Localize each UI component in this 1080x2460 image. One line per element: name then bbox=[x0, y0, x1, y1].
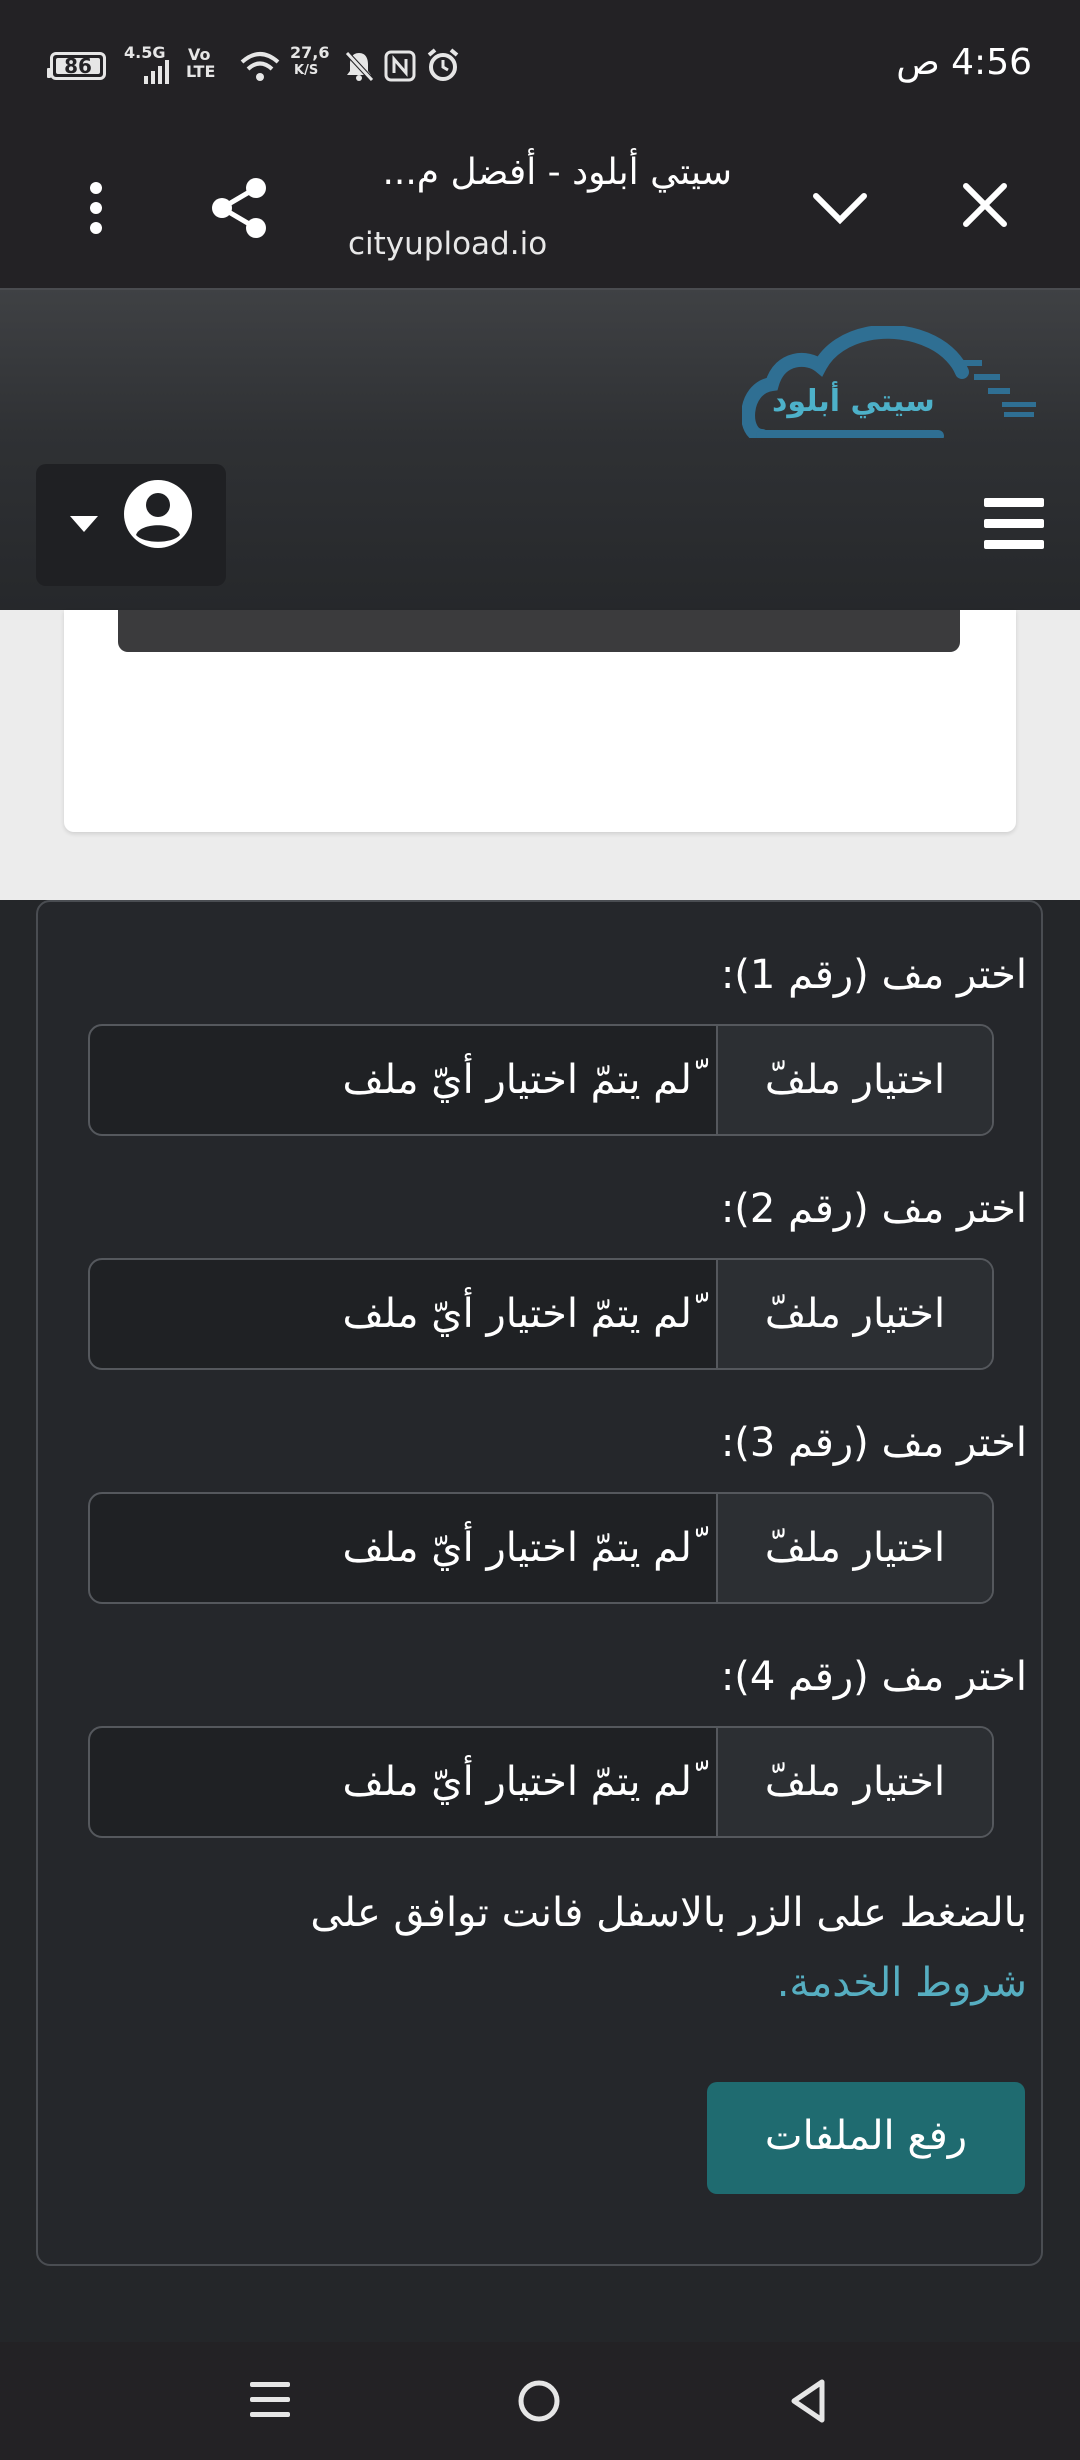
file-label-1: اختر مف (رقم 1): bbox=[720, 952, 1027, 998]
signal-icon bbox=[144, 60, 169, 84]
choose-file-button-1[interactable]: اختيار ملفّ bbox=[716, 1026, 992, 1134]
network-type: 4.5G bbox=[124, 43, 166, 62]
site-logo[interactable]: سيتي أبلود bbox=[742, 326, 1044, 438]
wifi-icon bbox=[240, 52, 280, 81]
nfc-icon bbox=[384, 50, 416, 82]
upload-files-button[interactable]: رفع الملفات bbox=[707, 2082, 1025, 2194]
terms-of-service-link[interactable]: شروط الخدمة. bbox=[310, 1948, 1027, 2018]
volte-bottom: LTE bbox=[186, 62, 216, 81]
page-background bbox=[0, 610, 1080, 900]
file-status-3: ّلم يتمّ اختيار أيّ ملف bbox=[342, 1525, 692, 1571]
file-label-2: اختر مف (رقم 2): bbox=[720, 1186, 1027, 1232]
logo-text: سيتي أبلود bbox=[772, 384, 935, 419]
file-input-2[interactable]: اختيار ملفّ ّلم يتمّ اختيار أيّ ملف bbox=[88, 1258, 994, 1370]
page-title[interactable]: سيتي أبلود - أفضل م... bbox=[382, 152, 732, 193]
card-bar bbox=[118, 610, 960, 652]
choose-file-button-3[interactable]: اختيار ملفّ bbox=[716, 1494, 992, 1602]
volte-top: Vo bbox=[188, 45, 211, 64]
battery-icon: 86 bbox=[47, 52, 106, 80]
caret-down-icon bbox=[70, 516, 98, 532]
terms-notice: بالضغط على الزر بالاسفل فانت توافق على ش… bbox=[310, 1878, 1027, 2018]
file-input-1[interactable]: اختيار ملفّ ّلم يتمّ اختيار أيّ ملف bbox=[88, 1024, 994, 1136]
info-card bbox=[64, 610, 1016, 832]
file-label-3: اختر مف (رقم 3): bbox=[720, 1420, 1027, 1466]
choose-file-button-2[interactable]: اختيار ملفّ bbox=[716, 1260, 992, 1368]
status-bar: 4:56 ص 86 4.5G Vo LTE 27,6 K/S bbox=[0, 0, 1080, 128]
site-header: سيتي أبلود bbox=[0, 288, 1080, 610]
home-icon[interactable] bbox=[516, 2378, 562, 2424]
alarm-icon bbox=[427, 48, 459, 81]
file-status-2: ّلم يتمّ اختيار أيّ ملف bbox=[342, 1291, 692, 1337]
hamburger-menu-icon[interactable] bbox=[984, 496, 1044, 552]
page-url[interactable]: cityupload.io bbox=[348, 226, 547, 262]
share-icon[interactable] bbox=[208, 176, 272, 240]
file-label-4: اختر مف (رقم 4): bbox=[720, 1654, 1027, 1700]
close-icon[interactable] bbox=[962, 182, 1008, 228]
file-input-3[interactable]: اختيار ملفّ ّلم يتمّ اختيار أيّ ملف bbox=[88, 1492, 994, 1604]
recents-icon[interactable] bbox=[248, 2378, 292, 2422]
speed-unit: K/S bbox=[294, 63, 319, 78]
speed-value: 27,6 bbox=[290, 43, 330, 62]
system-nav-bar bbox=[0, 2342, 1080, 2460]
battery-level: 86 bbox=[56, 56, 100, 76]
chevron-down-icon[interactable] bbox=[812, 190, 868, 226]
back-icon[interactable] bbox=[788, 2378, 828, 2424]
status-time: 4:56 ص bbox=[896, 42, 1032, 83]
user-menu-button[interactable] bbox=[36, 464, 226, 586]
user-avatar-icon bbox=[124, 480, 192, 548]
file-status-4: ّلم يتمّ اختيار أيّ ملف bbox=[342, 1759, 692, 1805]
choose-file-button-4[interactable]: اختيار ملفّ bbox=[716, 1728, 992, 1836]
more-vert-icon[interactable] bbox=[84, 178, 108, 238]
file-input-4[interactable]: اختيار ملفّ ّلم يتمّ اختيار أيّ ملف bbox=[88, 1726, 994, 1838]
cloud-logo-icon bbox=[742, 326, 1036, 438]
browser-toolbar: سيتي أبلود - أفضل م... cityupload.io bbox=[0, 128, 1080, 288]
file-status-1: ّلم يتمّ اختيار أيّ ملف bbox=[342, 1057, 692, 1103]
upload-form: اختر مف (رقم 1): اختيار ملفّ ّلم يتمّ اخ… bbox=[36, 900, 1043, 2266]
mute-bell-icon bbox=[345, 51, 374, 82]
terms-text: بالضغط على الزر بالاسفل فانت توافق على bbox=[310, 1890, 1027, 1936]
